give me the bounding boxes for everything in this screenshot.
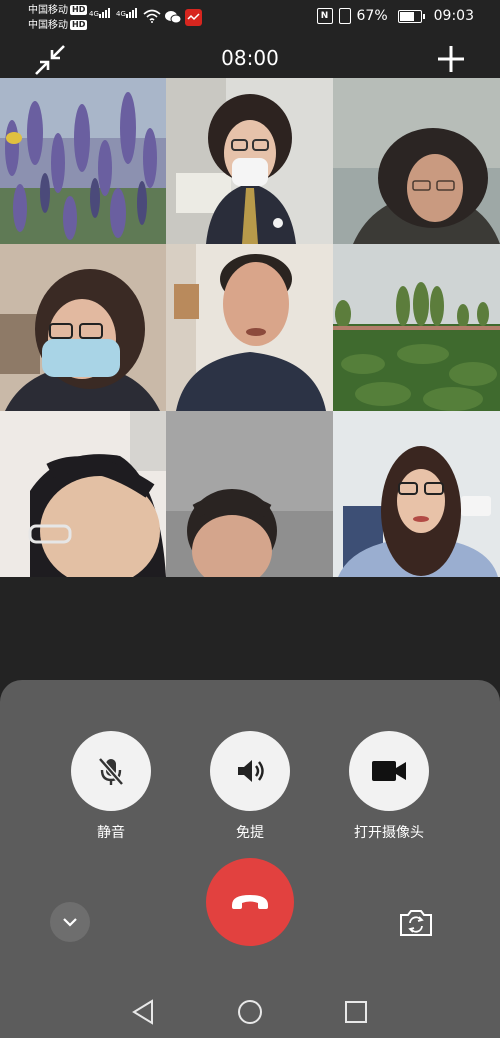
navigation-bar <box>132 999 367 1025</box>
system-status: N 67% 09:03 <box>316 8 474 24</box>
speaker-label: 免提 <box>236 825 264 841</box>
speaker-icon <box>238 760 264 782</box>
speaker-button[interactable] <box>210 731 290 811</box>
signal-icon-2: 4G <box>116 8 138 18</box>
video-tile[interactable] <box>0 244 166 411</box>
hd-badge-1: HD <box>70 5 88 15</box>
participant-video <box>166 244 333 411</box>
video-tile[interactable] <box>333 244 500 411</box>
call-duration: 08:00 <box>221 46 279 70</box>
participant-video <box>333 78 500 244</box>
camera-label: 打开摄像头 <box>354 825 424 841</box>
video-camera-icon <box>372 761 406 781</box>
video-tile[interactable] <box>0 411 166 577</box>
field-landscape-image <box>333 244 500 411</box>
mute-button[interactable] <box>71 731 151 811</box>
lavender-field-image <box>0 78 166 244</box>
battery-percent: 67% <box>356 8 388 24</box>
participant-video <box>166 411 333 577</box>
collapse-button[interactable] <box>50 902 90 942</box>
nfc-icon: N <box>316 8 333 24</box>
wifi-icon <box>143 9 161 23</box>
end-call-icon <box>232 895 268 909</box>
microphone-off-icon <box>98 757 124 786</box>
chevron-down-icon <box>63 918 77 927</box>
switch-camera-icon[interactable] <box>398 906 434 938</box>
recent-apps-icon[interactable] <box>345 1001 367 1023</box>
participant-video <box>333 411 500 577</box>
video-tile[interactable] <box>166 244 333 411</box>
participant-video <box>0 411 166 577</box>
signal-icon-1: 4G <box>89 8 111 18</box>
back-icon[interactable] <box>132 999 153 1025</box>
vibrate-icon <box>338 8 351 24</box>
battery-icon <box>397 9 425 23</box>
video-tile[interactable] <box>166 78 333 244</box>
video-grid <box>0 78 500 577</box>
hang-up-button[interactable] <box>206 858 294 946</box>
wechat-icon <box>165 11 182 24</box>
carrier-2: 中国移动 HD <box>28 20 88 31</box>
participant-video <box>0 244 166 411</box>
participant-video <box>166 78 333 244</box>
app-notification-icon <box>185 9 202 26</box>
status-bar: 中国移动 HD 中国移动 HD 4G 4G N 67% 09:03 <box>0 0 500 36</box>
video-tile[interactable] <box>166 411 333 577</box>
video-tile[interactable] <box>0 78 166 244</box>
home-icon[interactable] <box>238 1000 262 1024</box>
camera-button[interactable] <box>349 731 429 811</box>
video-tile[interactable] <box>333 78 500 244</box>
carrier-1: 中国移动 HD <box>28 5 88 16</box>
mute-label: 静音 <box>97 825 125 841</box>
clock: 09:03 <box>433 8 474 24</box>
video-tile[interactable] <box>333 411 500 577</box>
add-participant-icon[interactable] <box>436 44 466 74</box>
hd-badge-2: HD <box>70 20 88 30</box>
